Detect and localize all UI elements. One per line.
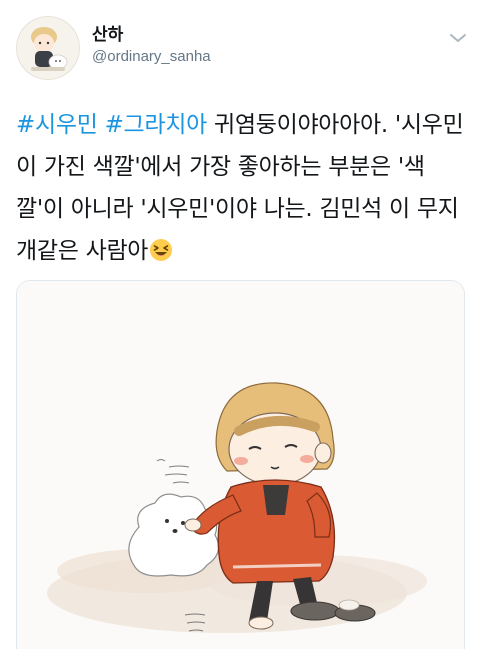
tweet-text: #시우민 #그라치아 귀염둥이야아아아. '시우민이 가진 색깔'에서 가장 좋… — [16, 104, 468, 272]
user-handle[interactable]: @ordinary_sanha — [92, 48, 211, 65]
avatar[interactable] — [16, 16, 80, 80]
avatar-illustration — [17, 17, 79, 79]
chibi-illustration — [17, 281, 464, 649]
tweet-media-image[interactable] — [16, 280, 465, 649]
tweet: 산하 @ordinary_sanha #시우민 #그라치아 귀염둥이야아아아. … — [0, 0, 480, 649]
grinning-squinting-face-icon — [149, 234, 173, 261]
chevron-down-icon[interactable] — [448, 30, 468, 46]
display-name[interactable]: 산하 — [92, 20, 123, 45]
hashtag-link[interactable]: #시우민 — [16, 112, 98, 138]
hashtag-link[interactable]: #그라치아 — [105, 112, 208, 138]
